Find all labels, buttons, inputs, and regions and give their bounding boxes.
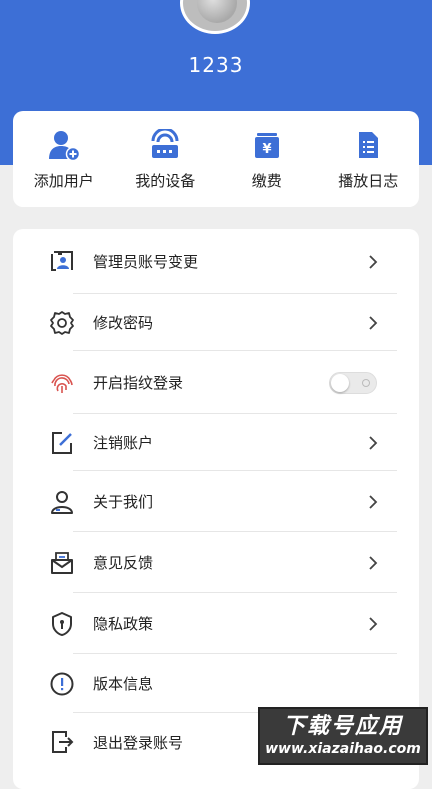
add-user-icon xyxy=(47,128,81,162)
avatar[interactable] xyxy=(180,0,250,34)
chevron-right-icon xyxy=(369,435,378,450)
menu-label-logout: 退出登录账号 xyxy=(93,733,184,752)
menu-item-privacy-policy[interactable]: 隐私政策 xyxy=(13,593,419,654)
menu-item-fingerprint-login[interactable]: 开启指纹登录 xyxy=(13,351,419,414)
watermark-url: www.xiazaihao.com xyxy=(265,741,421,757)
fingerprint-toggle[interactable] xyxy=(329,371,377,394)
menu-label-change-password: 修改密码 xyxy=(93,314,154,332)
edit-icon xyxy=(48,429,76,457)
watermark-title: 下载号应用 xyxy=(282,714,403,739)
menu-label-admin-change: 管理员账号变更 xyxy=(93,253,199,271)
chevron-right-icon xyxy=(369,254,378,269)
menu-label-version-info: 版本信息 xyxy=(93,675,154,693)
shield-lock-icon xyxy=(48,610,76,638)
menu-label-about-us: 关于我们 xyxy=(93,493,154,511)
mail-icon xyxy=(48,549,76,577)
username: 1233 xyxy=(188,53,244,77)
menu-item-version-info[interactable]: 版本信息 xyxy=(13,654,419,713)
site-watermark: 下载号应用 www.xiazaihao.com xyxy=(258,707,428,765)
menu-item-admin-change[interactable]: 管理员账号变更 xyxy=(13,229,419,294)
menu-label-feedback: 意见反馈 xyxy=(93,554,154,572)
chevron-right-icon xyxy=(369,315,378,330)
menu-item-about-us[interactable]: 关于我们 xyxy=(13,471,419,532)
menu-item-change-password[interactable]: 修改密码 xyxy=(13,294,419,351)
chevron-right-icon xyxy=(369,616,378,631)
logout-icon xyxy=(48,728,76,756)
toggle-off-indicator xyxy=(362,378,370,387)
menu-item-cancel-account[interactable]: 注销账户 xyxy=(13,414,419,471)
play-log-button[interactable]: 播放日志 xyxy=(323,119,413,199)
chevron-right-icon xyxy=(369,494,378,509)
my-devices-button[interactable]: 我的设备 xyxy=(120,119,210,199)
menu-label-cancel-account: 注销账户 xyxy=(93,434,154,452)
svg-text:¥: ¥ xyxy=(262,142,271,157)
payment-button[interactable]: ¥ 缴费 xyxy=(222,119,312,199)
chevron-right-icon xyxy=(369,555,378,570)
fingerprint-icon xyxy=(48,369,76,397)
info-icon xyxy=(48,670,76,698)
device-icon xyxy=(148,128,182,162)
my-devices-label: 我的设备 xyxy=(135,171,196,190)
add-user-button[interactable]: 添加用户 xyxy=(19,119,109,199)
payment-label: 缴费 xyxy=(251,171,282,190)
quick-actions-card: 添加用户 我的设备 ¥ 缴费 播放日志 xyxy=(13,111,419,207)
person-icon xyxy=(48,488,76,516)
add-user-label: 添加用户 xyxy=(33,171,94,190)
menu-item-feedback[interactable]: 意见反馈 xyxy=(13,532,419,593)
settings-menu: 管理员账号变更 修改密码 开启指纹登录 注销账户 关于我们 意见反馈 隐私政策 … xyxy=(13,229,419,789)
menu-label-privacy-policy: 隐私政策 xyxy=(93,615,154,633)
menu-label-fingerprint-login: 开启指纹登录 xyxy=(93,374,184,392)
avatar-image xyxy=(197,0,237,23)
gear-icon xyxy=(48,309,76,337)
log-icon xyxy=(351,128,385,162)
payment-icon: ¥ xyxy=(250,128,284,162)
play-log-label: 播放日志 xyxy=(338,171,399,190)
admin-change-icon xyxy=(48,248,76,276)
toggle-knob xyxy=(331,373,349,392)
